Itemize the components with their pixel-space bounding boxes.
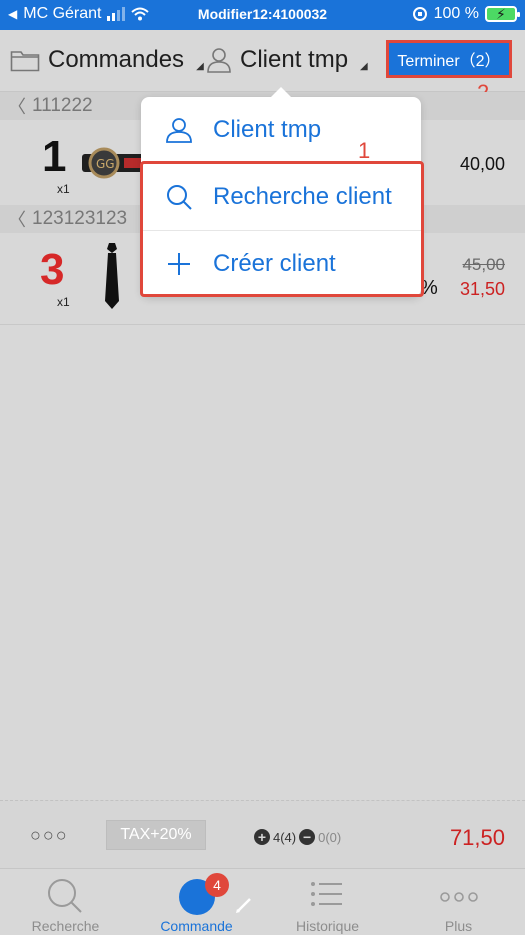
order-qty-sub: x1: [57, 295, 70, 309]
category-label: Commandes: [48, 46, 185, 73]
notification-badge: 4: [205, 873, 229, 897]
svg-text:GG: GG: [96, 157, 115, 171]
tab-recherche[interactable]: Recherche: [0, 869, 131, 935]
highlight-box: [140, 161, 424, 297]
toolbar: Commandes ◢ Client tmp ◢ Terminer（2）: [0, 30, 525, 92]
group-label: 111222: [32, 95, 93, 116]
tax-badge[interactable]: TAX+20%: [106, 820, 206, 850]
order-new-price: 31,50: [459, 279, 505, 299]
order-price: 40,00: [459, 154, 505, 174]
item-counters: + 4(4) − 0(0): [254, 829, 341, 845]
menu-item-label: Client tmp: [213, 116, 322, 143]
chevron-left-icon: 〈: [8, 97, 26, 117]
caret-down-icon: ◢: [196, 60, 204, 72]
order-summary: ○○○ TAX+20% + 4(4) − 0(0) 71,50: [0, 800, 525, 868]
battery-percent: 100 %: [433, 5, 479, 22]
tab-label: Commande: [160, 918, 233, 934]
user-icon: [166, 118, 192, 143]
chevron-left-icon: 〈: [8, 210, 26, 230]
client-selector[interactable]: Client tmp ◢: [206, 46, 368, 74]
tab-label: Recherche: [31, 918, 100, 934]
battery-icon: ⚡: [485, 6, 520, 22]
menu-item-client-tmp[interactable]: Client tmp: [141, 97, 421, 163]
tie-thumbnail: [105, 243, 119, 309]
order-total: 71,50: [449, 825, 505, 850]
status-bar: ◀ MC Gérant Modifier12:4100032 100 % ⚡: [0, 0, 525, 30]
list-icon: [311, 882, 342, 906]
rotation-lock-icon: [412, 7, 427, 21]
tab-label: Historique: [295, 918, 360, 934]
tab-bar: Recherche 4 Commande Historique Plus: [0, 868, 525, 935]
order-qty: 3: [40, 245, 65, 294]
folder-icon: [10, 51, 40, 72]
client-label: Client tmp: [240, 46, 349, 73]
tab-commande[interactable]: 4 Commande: [131, 869, 262, 935]
category-selector[interactable]: Commandes ◢: [10, 46, 204, 74]
plus-circle-icon: +: [254, 829, 270, 845]
minus-count: 0(0): [318, 829, 342, 845]
status-right: 100 % ⚡: [412, 5, 520, 23]
plus-count: 4(4): [273, 829, 297, 845]
tab-plus[interactable]: Plus: [393, 869, 524, 935]
caret-down-icon: ◢: [360, 60, 368, 72]
more-icon: [440, 892, 478, 902]
more-options-icon[interactable]: ○○○: [30, 825, 69, 846]
group-label: 123123123: [32, 208, 128, 229]
finish-button[interactable]: Terminer（2）: [386, 40, 512, 78]
search-icon: [48, 879, 82, 913]
tab-label: Plus: [444, 918, 473, 934]
order-qty-sub: x1: [57, 182, 70, 196]
minus-circle-icon: −: [299, 829, 316, 845]
order-qty: 1: [42, 132, 67, 181]
annotation-1: 1: [358, 138, 371, 163]
tab-historique[interactable]: Historique: [262, 869, 393, 935]
belt-thumbnail: GG: [82, 147, 144, 179]
user-icon: [207, 48, 231, 73]
order-old-price: 45,00: [462, 255, 505, 274]
